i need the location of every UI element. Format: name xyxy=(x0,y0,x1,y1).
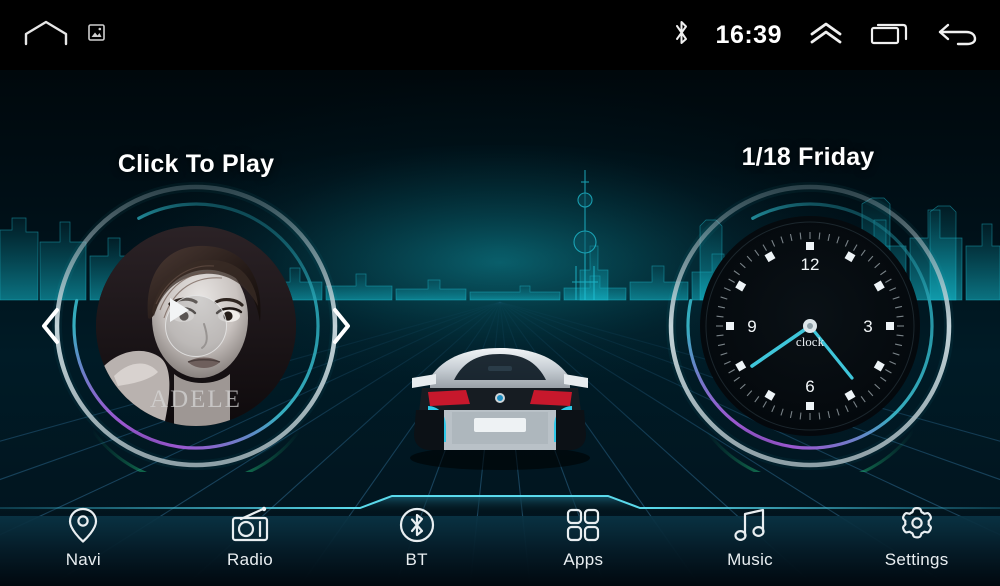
music-note-icon xyxy=(734,508,765,542)
gear-icon xyxy=(901,507,932,539)
dock-label-bt: BT xyxy=(405,550,428,569)
chevron-up-icon[interactable] xyxy=(808,20,844,51)
bottom-dock: Navi Radio BT Apps Music Settings xyxy=(0,490,1000,586)
chevron-right-icon xyxy=(333,308,350,344)
play-button[interactable] xyxy=(165,295,227,357)
clock-face-label: clock xyxy=(795,334,825,349)
dock-item-bt[interactable]: BT xyxy=(333,490,500,586)
clock-numeral-6: 6 xyxy=(805,377,814,396)
album-artist-label: ADELE xyxy=(150,386,242,413)
clock-widget-date: 1/18 Friday xyxy=(741,143,875,171)
dock-item-navi[interactable]: Navi xyxy=(0,490,167,586)
status-bar-time: 16:39 xyxy=(715,20,782,49)
music-widget[interactable]: ADELE xyxy=(42,180,350,472)
previous-track-button[interactable] xyxy=(34,303,68,349)
dock-item-settings[interactable]: Settings xyxy=(833,490,1000,586)
clock-dial: 12 3 6 9 xyxy=(705,221,915,431)
grid-apps-icon xyxy=(567,508,600,542)
bluetooth-circle-icon xyxy=(399,507,434,543)
back-arrow-icon[interactable] xyxy=(936,20,978,51)
next-track-button[interactable] xyxy=(324,303,358,349)
analog-clock-face[interactable]: 12 3 6 9 clock xyxy=(700,216,920,436)
dock-items: Navi Radio BT Apps Music Settings xyxy=(0,490,1000,586)
home-icon[interactable] xyxy=(24,20,68,51)
clock-numeral-12: 12 xyxy=(801,255,820,274)
screenshot-icon[interactable] xyxy=(88,24,105,46)
dock-item-radio[interactable]: Radio xyxy=(167,490,334,586)
infotainment-home-screen: 16:39 Click To Play ADELE 1/18 Friday 12… xyxy=(0,0,1000,586)
clock-widget[interactable]: 12 3 6 9 clock xyxy=(664,180,956,472)
chevron-left-icon xyxy=(42,308,59,344)
dock-label-navi: Navi xyxy=(65,550,101,569)
dock-label-music: Music xyxy=(727,550,773,569)
radio-icon xyxy=(231,506,269,542)
bluetooth-icon[interactable] xyxy=(673,19,690,52)
map-pin-icon xyxy=(69,507,98,543)
recent-apps-icon[interactable] xyxy=(870,20,910,51)
status-bar: 16:39 xyxy=(0,0,1000,70)
dock-item-apps[interactable]: Apps xyxy=(500,490,667,586)
dock-label-apps: Apps xyxy=(563,550,604,569)
dock-label-radio: Radio xyxy=(227,550,273,569)
dock-label-settings: Settings xyxy=(884,550,949,569)
music-widget-title: Click To Play xyxy=(117,150,275,178)
dock-item-music[interactable]: Music xyxy=(667,490,834,586)
play-icon xyxy=(170,298,189,322)
album-art[interactable]: ADELE xyxy=(96,226,296,426)
